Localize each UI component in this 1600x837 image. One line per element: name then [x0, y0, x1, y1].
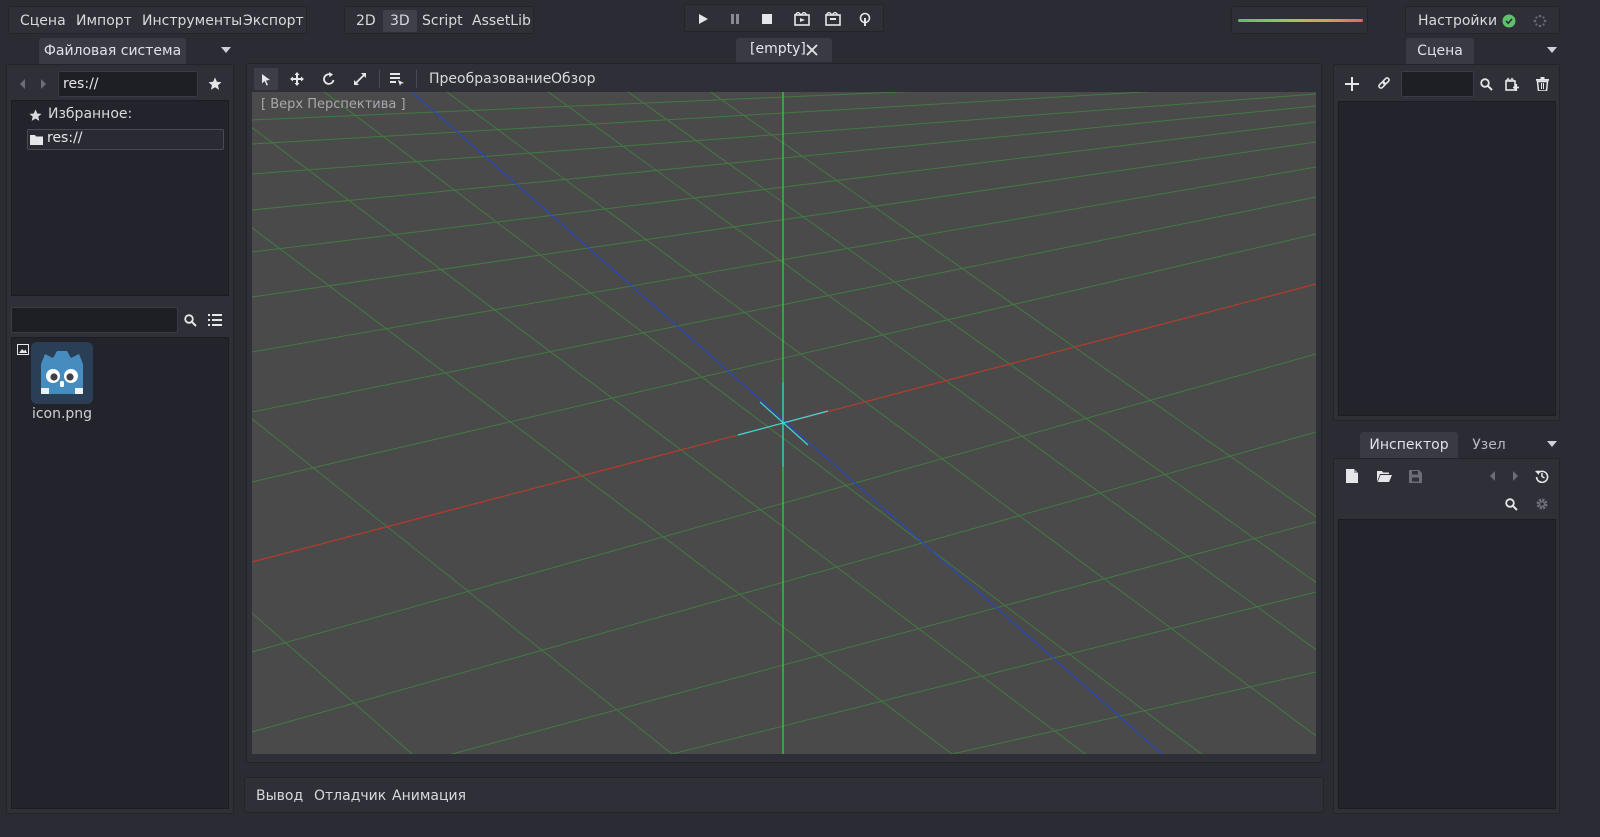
tree-item-res-label: res:// — [47, 130, 83, 146]
scene-tab-label: [empty] — [750, 41, 806, 57]
tab-output[interactable]: Вывод — [249, 782, 310, 810]
toolbar-separator — [416, 70, 417, 88]
workspace-3d[interactable]: 3D — [383, 10, 417, 32]
stop-icon[interactable] — [757, 9, 777, 29]
update-spinner-icon — [1532, 13, 1548, 29]
move-tool-icon[interactable] — [286, 68, 308, 90]
play-custom-scene-icon[interactable] — [823, 9, 843, 29]
delete-icon[interactable] — [1533, 75, 1551, 93]
workspace-switcher: 2D 3D Script AssetLib — [344, 6, 534, 34]
favorites-star-icon — [28, 108, 42, 122]
viewport-perspective-label[interactable]: [ Верх Перспектива ] — [261, 97, 406, 112]
history-forward-icon[interactable] — [1508, 467, 1522, 485]
play-scene-icon[interactable] — [792, 9, 812, 29]
scene-dock-menu-icon[interactable] — [1547, 47, 1557, 53]
gear-icon[interactable] — [1533, 495, 1551, 513]
scene-search-icon[interactable] — [1477, 75, 1495, 93]
scale-tool-icon[interactable] — [349, 68, 371, 90]
close-icon[interactable] — [804, 42, 820, 58]
select-tool-icon[interactable] — [254, 68, 278, 90]
favorite-star-icon[interactable] — [206, 75, 224, 93]
favorites-label: Избранное: — [48, 106, 133, 122]
menu-tools[interactable]: Инструменты — [135, 7, 249, 35]
checkmark-icon — [1501, 13, 1517, 29]
history-icon[interactable] — [1533, 467, 1551, 485]
scene-tab[interactable]: [empty] — [736, 38, 832, 62]
inspector-property-list — [1338, 519, 1556, 809]
file-item-icon-png[interactable]: icon.png — [14, 340, 110, 432]
rotate-tool-icon[interactable] — [318, 68, 340, 90]
inspector-dock-menu-icon[interactable] — [1547, 441, 1557, 447]
image-type-icon — [16, 342, 30, 356]
list-view-icon[interactable] — [206, 311, 224, 329]
menu-import[interactable]: Импорт — [69, 7, 139, 35]
menu-scene[interactable]: Сцена — [13, 7, 73, 35]
toolbar-separator — [379, 70, 380, 88]
transform-menu[interactable]: Преобразование — [422, 65, 558, 93]
file-item-label: icon.png — [31, 406, 93, 422]
scene-menu-bar: Сцена Импорт Инструменты Экспорт — [8, 6, 307, 34]
settings-menu[interactable]: Настройки — [1411, 7, 1504, 35]
search-icon[interactable] — [181, 311, 199, 329]
view-menu[interactable]: Обзор — [544, 65, 603, 93]
tab-filesystem[interactable]: Файловая система — [39, 38, 186, 64]
tab-debugger[interactable]: Отладчик — [307, 782, 393, 810]
list-select-icon[interactable] — [386, 68, 408, 90]
instance-scene-icon[interactable] — [1503, 75, 1521, 93]
remote-debug-icon[interactable] — [855, 9, 875, 29]
bottom-panel-bar: Вывод Отладчик Анимация — [244, 777, 1324, 813]
play-icon[interactable] — [693, 9, 713, 29]
tab-node[interactable]: Узел — [1460, 432, 1518, 458]
filesystem-dock-menu-icon[interactable] — [221, 47, 231, 53]
render-meter-bar — [1238, 19, 1363, 22]
3d-viewport[interactable]: [ Верх Перспектива ] — [252, 92, 1316, 754]
tab-inspector[interactable]: Инспектор — [1360, 432, 1458, 458]
pause-icon[interactable] — [725, 9, 745, 29]
scene-tree[interactable] — [1338, 101, 1556, 416]
menu-export[interactable]: Экспорт — [236, 7, 311, 35]
add-node-icon[interactable] — [1342, 74, 1362, 94]
viewport-grid — [252, 92, 1316, 754]
play-controls — [684, 4, 884, 32]
open-folder-icon[interactable] — [1375, 467, 1393, 485]
render-meter — [1231, 6, 1368, 34]
back-arrow-icon[interactable] — [14, 74, 30, 94]
forward-arrow-icon[interactable] — [36, 74, 52, 94]
workspace-assetlib[interactable]: AssetLib — [465, 7, 538, 35]
godot-icon — [31, 342, 93, 404]
history-back-icon[interactable] — [1485, 467, 1499, 485]
path-field[interactable]: res:// — [58, 71, 198, 97]
workspace-2d[interactable]: 2D — [349, 7, 383, 35]
scene-filter-input[interactable] — [1401, 71, 1474, 97]
tab-animation[interactable]: Анимация — [385, 782, 473, 810]
workspace-script[interactable]: Script — [415, 7, 470, 35]
tab-scene[interactable]: Сцена — [1406, 38, 1474, 64]
folder-icon — [29, 132, 43, 146]
new-resource-icon[interactable] — [1343, 467, 1361, 485]
settings-bar: Настройки — [1405, 6, 1560, 34]
file-search-input[interactable] — [11, 307, 178, 333]
link-icon[interactable] — [1374, 74, 1394, 94]
save-icon[interactable] — [1406, 467, 1424, 485]
property-search-icon[interactable] — [1502, 495, 1520, 513]
